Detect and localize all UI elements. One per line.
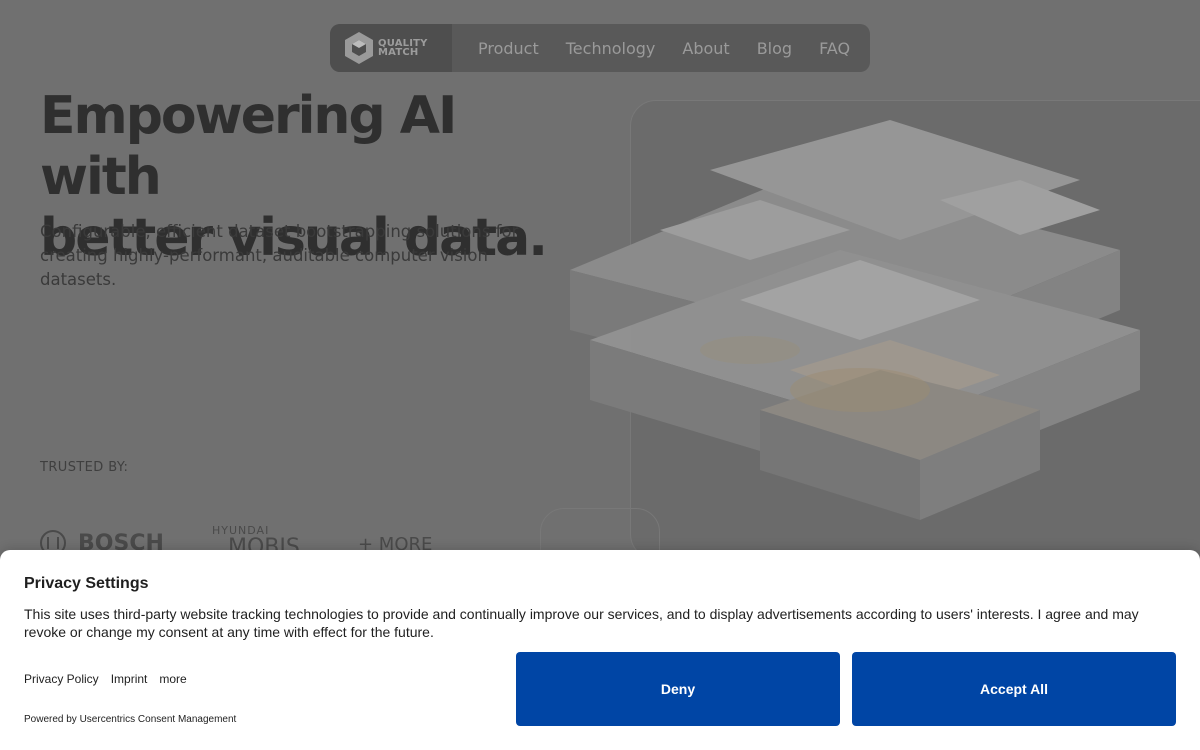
accept-all-button[interactable]: Accept All [852, 652, 1176, 726]
consent-description: This site uses third-party website track… [24, 606, 1139, 640]
nav-link-about[interactable]: About [682, 39, 729, 58]
consent-title: Privacy Settings [24, 575, 149, 592]
brand-logo[interactable]: QUALITY MATCH [330, 24, 452, 72]
top-navigation: QUALITY MATCH Product Technology About B… [330, 24, 870, 72]
deny-button[interactable]: Deny [516, 652, 840, 726]
hero-title-line-1: Empowering AI with [40, 86, 457, 207]
brand-name: QUALITY MATCH [378, 38, 428, 58]
privacy-consent-banner: Privacy Settings This site uses third-pa… [0, 550, 1200, 750]
privacy-policy-link[interactable]: Privacy Policy [24, 672, 99, 686]
nav-link-technology[interactable]: Technology [566, 39, 656, 58]
powered-by-text: Powered by Usercentrics Consent Manageme… [24, 714, 237, 725]
more-info-link[interactable]: more [159, 672, 186, 686]
hero-subtitle: Configurable, efficient dataset bootstra… [40, 222, 519, 289]
nav-links: Product Technology About Blog FAQ [452, 39, 850, 58]
hero-3d-blocks-image [570, 120, 1140, 520]
nav-link-product[interactable]: Product [478, 39, 539, 58]
imprint-link[interactable]: Imprint [111, 672, 148, 686]
nav-link-faq[interactable]: FAQ [819, 39, 850, 58]
trusted-by-label: TRUSTED BY: [40, 460, 129, 475]
nav-link-blog[interactable]: Blog [757, 39, 792, 58]
consent-links: Privacy Policy Imprint more [24, 672, 187, 686]
quality-match-logo-icon [345, 32, 373, 64]
